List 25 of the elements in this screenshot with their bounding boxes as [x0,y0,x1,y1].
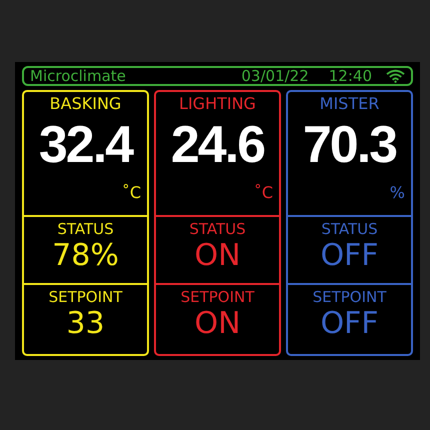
status-value: ON [194,238,241,274]
panel-title: MISTER [320,94,380,113]
reading-value: 32.4 [38,115,132,175]
setpoint-label: SETPOINT [48,288,122,306]
panel-title: LIGHTING [179,94,256,113]
reading-value: 24.6 [170,115,264,175]
status-value: OFF [320,238,379,274]
status-label: STATUS [321,220,378,238]
setpoint-value: OFF [320,306,379,342]
status-label: STATUS [189,220,246,238]
panel-title: BASKING [50,94,122,113]
date-text: 03/01/22 [241,67,309,85]
setpoint-value: ON [194,306,241,342]
status-value: 78% [52,238,119,274]
setpoint-label: SETPOINT [180,288,254,306]
unit-text: ˚C [254,183,273,202]
time-text: 12:40 [328,67,372,85]
status-label: STATUS [57,220,114,238]
unit-text: % [390,183,405,202]
setpoint-value: 33 [66,306,105,342]
wifi-icon [386,69,405,83]
reading-value: 70.3 [302,115,396,175]
app-title: Microclimate [30,67,127,85]
unit-text: ˚C [122,183,141,202]
setpoint-label: SETPOINT [312,288,386,306]
